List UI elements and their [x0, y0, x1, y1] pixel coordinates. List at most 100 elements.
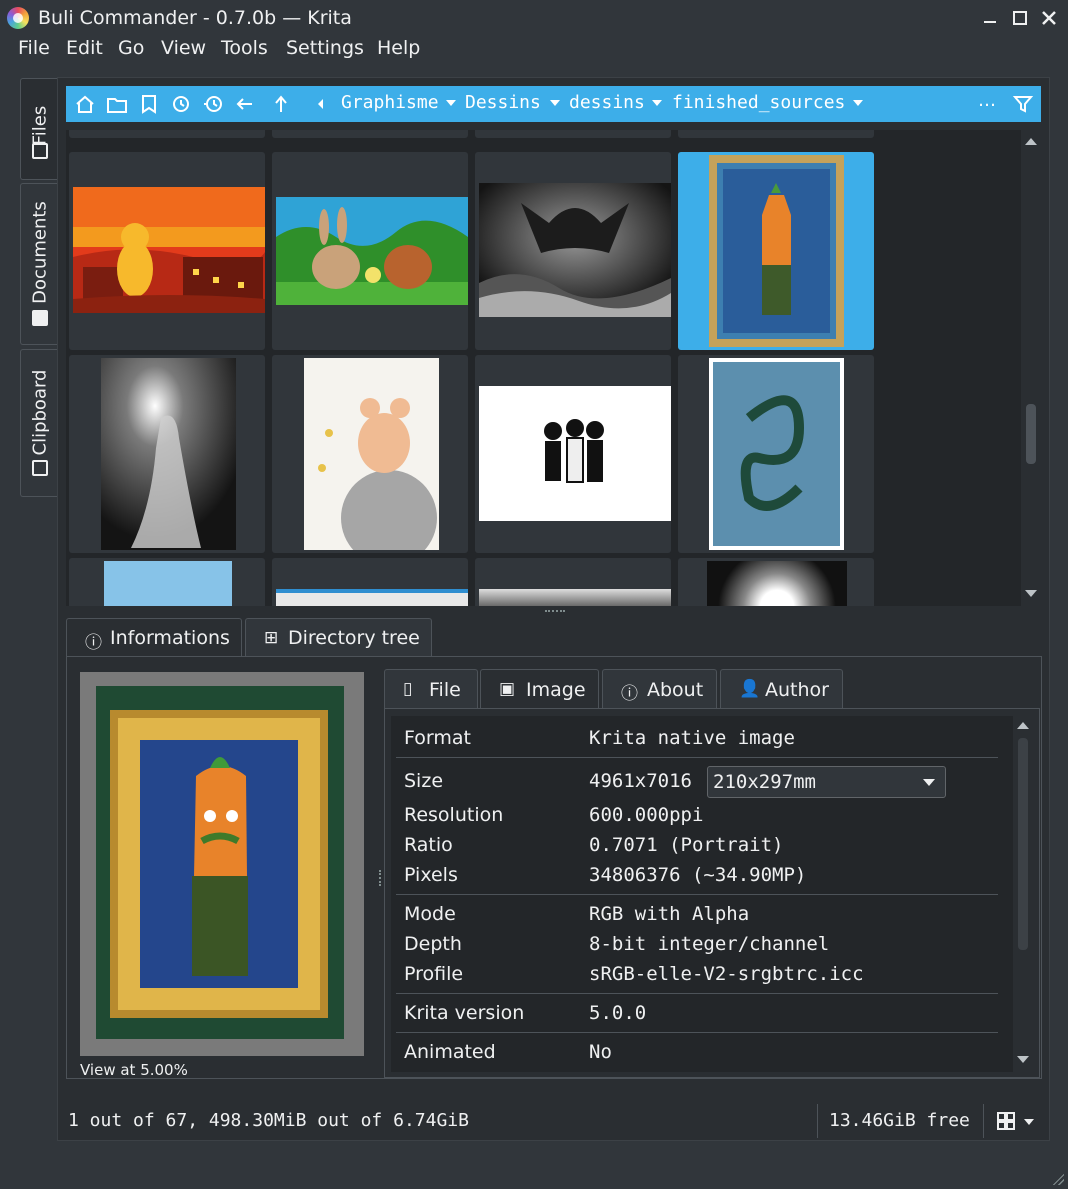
- menu-help[interactable]: Help: [377, 37, 420, 59]
- grid-scrollbar[interactable]: [1021, 130, 1041, 606]
- preview-splitter[interactable]: [379, 870, 382, 886]
- maximize-button[interactable]: [1008, 6, 1032, 30]
- bookmark-icon[interactable]: [138, 94, 160, 114]
- scroll-down-arrow-icon[interactable]: [1017, 1056, 1029, 1063]
- saved-view-icon[interactable]: [170, 94, 192, 114]
- minimize-button[interactable]: [978, 6, 1002, 30]
- side-tab-clipboard-label: Clipboard: [29, 369, 50, 456]
- scroll-thumb[interactable]: [1026, 404, 1036, 464]
- thumbnail-cell[interactable]: [475, 355, 671, 553]
- pixels-label: Pixels: [404, 864, 458, 886]
- image-preview[interactable]: [80, 672, 364, 1056]
- scroll-down-arrow-icon[interactable]: [1025, 590, 1037, 597]
- tab-file[interactable]: ▯ File: [384, 669, 478, 709]
- thumbnail-cell[interactable]: [678, 130, 874, 138]
- format-value: Krita native image: [589, 727, 795, 749]
- menu-tools[interactable]: Tools: [221, 37, 268, 59]
- more-button[interactable]: …: [978, 90, 996, 111]
- thumbnail-image: [276, 197, 468, 305]
- thumbnail-image: [479, 589, 671, 606]
- free-space-status: 13.46GiB free: [829, 1110, 970, 1131]
- user-icon: 👤: [739, 679, 761, 699]
- filter-icon[interactable]: [1012, 94, 1034, 114]
- side-tab-files[interactable]: Files: [20, 78, 58, 180]
- tree-icon: ⊞: [264, 628, 279, 648]
- chevron-down-icon[interactable]: [446, 100, 456, 106]
- menu-edit[interactable]: Edit: [66, 37, 103, 59]
- menu-go[interactable]: Go: [118, 37, 144, 59]
- krita-app-icon: [7, 7, 29, 29]
- chevron-down-icon[interactable]: [652, 100, 662, 106]
- thumbnail-image: [304, 358, 439, 550]
- size-unit-value: 210x297mm: [713, 771, 816, 793]
- tab-author[interactable]: 👤 Author: [720, 669, 843, 709]
- thumbnail-cell[interactable]: [69, 558, 265, 606]
- thumbnail-image: [276, 589, 468, 606]
- menu-settings[interactable]: Settings: [286, 37, 364, 59]
- window-resize-grip[interactable]: [1050, 1171, 1064, 1185]
- tab-file-label: File: [429, 679, 461, 701]
- scroll-up-arrow-icon[interactable]: [1017, 722, 1029, 729]
- divider: [817, 1104, 818, 1138]
- divider: [396, 993, 998, 994]
- divider: [396, 757, 998, 758]
- window-title: Buli Commander - 0.7.0b — Krita: [38, 7, 352, 29]
- thumbnail-image: [479, 183, 671, 317]
- image-icon: ▣: [499, 679, 516, 699]
- up-icon[interactable]: [270, 94, 292, 114]
- tab-about-label: About: [647, 679, 704, 701]
- breadcrumb-dessins[interactable]: Dessins: [465, 92, 541, 113]
- thumbnail-cell[interactable]: [475, 558, 671, 606]
- scroll-up-arrow-icon[interactable]: [1025, 138, 1037, 145]
- home-icon[interactable]: [74, 94, 96, 114]
- thumbnail-cell[interactable]: [272, 152, 468, 350]
- chevron-down-icon[interactable]: [550, 100, 560, 106]
- side-tab-clipboard[interactable]: Clipboard: [20, 349, 58, 497]
- animated-value: No: [589, 1041, 612, 1063]
- history-icon[interactable]: [202, 94, 224, 114]
- panel-splitter[interactable]: [545, 610, 565, 614]
- thumbnail-cell[interactable]: [272, 558, 468, 606]
- thumbnail-cell[interactable]: [69, 130, 265, 138]
- thumbnail-cell[interactable]: [272, 130, 468, 138]
- size-label: Size: [404, 770, 444, 792]
- breadcrumb-graphisme[interactable]: Graphisme: [341, 92, 439, 113]
- chevron-down-icon: [1024, 1119, 1034, 1125]
- thumbnail-cell[interactable]: [69, 152, 265, 350]
- info-scrollbar[interactable]: [1013, 716, 1033, 1072]
- files-icon: [32, 143, 48, 159]
- folder-icon[interactable]: [106, 94, 128, 114]
- tab-informations[interactable]: ⓘ Informations: [66, 618, 242, 656]
- breadcrumb-finished-sources[interactable]: finished_sources: [672, 92, 845, 113]
- breadcrumb-left-arrow-icon[interactable]: [310, 94, 332, 114]
- divider: [396, 894, 998, 895]
- thumbnail-image: [709, 155, 844, 347]
- breadcrumb-dessins-sub[interactable]: dessins: [569, 92, 645, 113]
- scroll-thumb[interactable]: [1018, 738, 1028, 950]
- thumbnail-cell[interactable]: [475, 152, 671, 350]
- tab-directory-tree[interactable]: ⊞ Directory tree: [245, 618, 432, 656]
- thumbnail-cell[interactable]: [475, 130, 671, 138]
- side-tab-documents[interactable]: Documents: [20, 183, 58, 345]
- back-icon[interactable]: [234, 94, 256, 114]
- menu-view[interactable]: View: [161, 37, 206, 59]
- close-button[interactable]: [1037, 6, 1061, 30]
- animated-label: Animated: [404, 1041, 496, 1063]
- thumbnail-cell[interactable]: [69, 355, 265, 553]
- tab-image[interactable]: ▣ Image: [480, 669, 599, 709]
- thumbnail-grid[interactable]: [66, 130, 1021, 606]
- thumbnail-cell[interactable]: [678, 355, 874, 553]
- tab-directory-tree-label: Directory tree: [288, 627, 420, 649]
- size-unit-select[interactable]: 210x297mm: [707, 766, 946, 798]
- thumbnail-cell[interactable]: [272, 355, 468, 553]
- menu-file[interactable]: File: [18, 37, 50, 59]
- preview-image: [96, 686, 344, 1039]
- chevron-down-icon[interactable]: [853, 100, 863, 106]
- format-label: Format: [404, 727, 471, 749]
- view-mode-button[interactable]: [996, 1110, 1036, 1134]
- thumbnail-cell-selected[interactable]: [678, 152, 874, 350]
- grid-view-icon: [997, 1112, 1034, 1130]
- selection-status: 1 out of 67, 498.30MiB out of 6.74GiB: [68, 1110, 469, 1131]
- thumbnail-cell[interactable]: [678, 558, 874, 606]
- tab-about[interactable]: ⓘ About: [602, 669, 717, 709]
